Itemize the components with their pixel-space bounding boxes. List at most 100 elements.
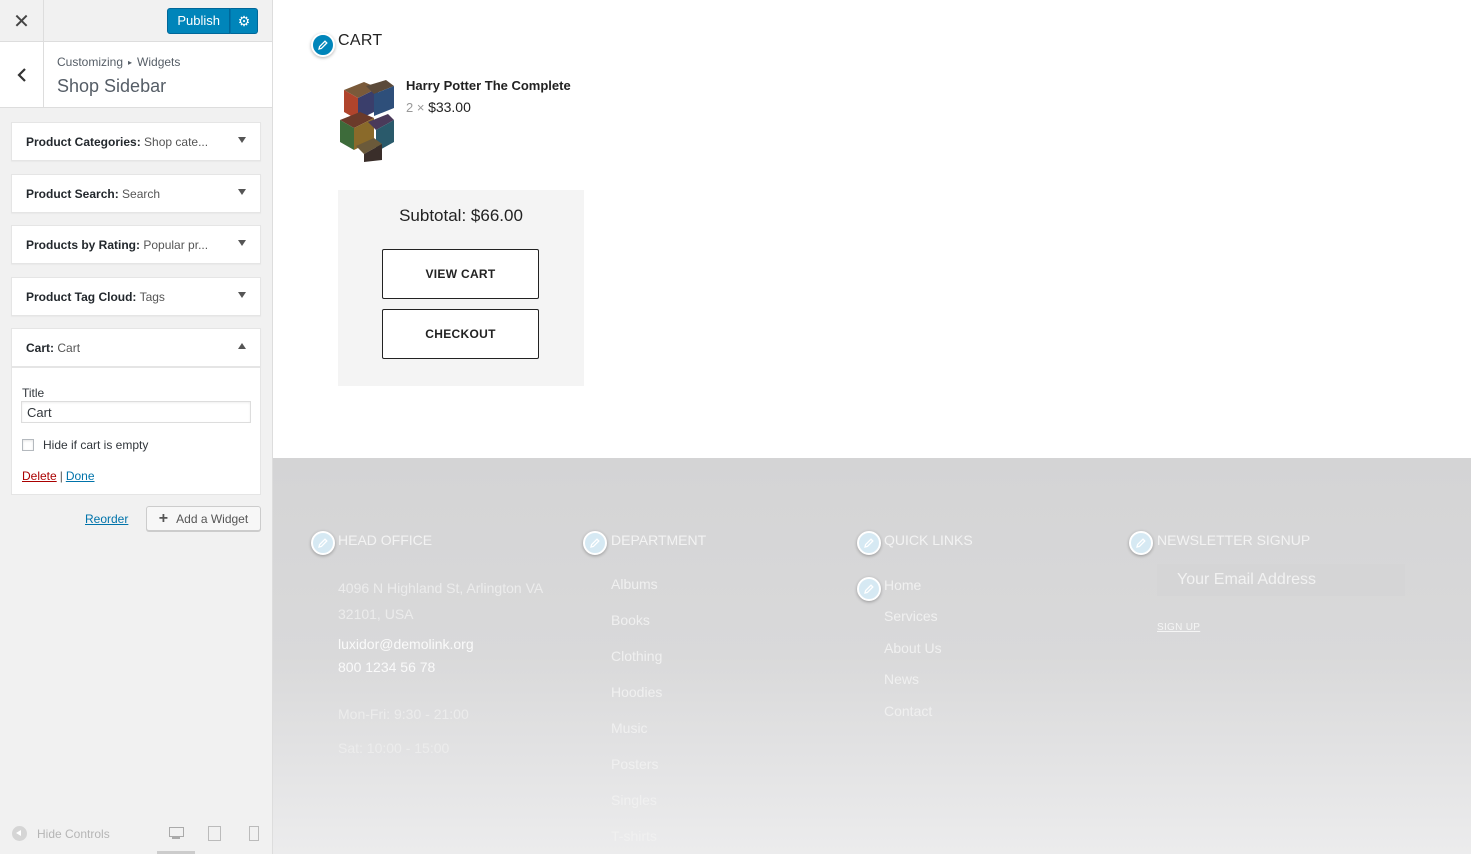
customizer-header: ✕ Publish ⚙ (0, 0, 272, 42)
widget-instance-title: Shop cate... (144, 135, 209, 149)
newsletter-heading: NEWSLETTER SIGNUP (1157, 532, 1311, 548)
publish-controls: Publish ⚙ (167, 8, 258, 34)
hide-empty-checkbox[interactable] (22, 439, 34, 451)
widget-product-search[interactable]: Product Search: Search (11, 174, 261, 213)
add-widget-label: Add a Widget (176, 511, 249, 526)
done-widget-link[interactable]: Done (66, 469, 95, 483)
contact-phone: 800 1234 56 78 (338, 659, 436, 675)
breadcrumb-separator-icon: ▸ (128, 58, 133, 67)
widget-product-tag-cloud[interactable]: Product Tag Cloud: Tags (11, 277, 261, 316)
hours-saturday: Sat: 10:00 - 15:00 (338, 740, 450, 756)
customizer-sidebar: ✕ Publish ⚙ Customizing ▸ Widgets Shop Sid… (0, 0, 273, 854)
edit-menu-pencil-icon[interactable] (857, 577, 881, 601)
widget-type: Cart: (26, 341, 55, 355)
publish-settings-button[interactable]: ⚙ (230, 8, 258, 34)
widget-title: Product Search: Search (26, 187, 160, 201)
customizer-footer: Hide Controls (0, 814, 272, 854)
department-link[interactable]: Music (611, 720, 648, 736)
section-header: Customizing ▸ Widgets Shop Sidebar (0, 42, 272, 108)
department-link[interactable]: Hoodies (611, 684, 662, 700)
desktop-preview-icon[interactable] (168, 826, 184, 840)
quick-link[interactable]: Home (884, 577, 921, 593)
edit-cart-widget-pencil-icon[interactable] (311, 33, 335, 57)
breadcrumb: Customizing ▸ Widgets (57, 55, 180, 69)
caret-down-icon[interactable] (238, 189, 246, 195)
gear-icon: ⚙ (237, 12, 251, 29)
caret-down-icon[interactable] (238, 137, 246, 143)
hide-controls-label: Hide Controls (37, 826, 110, 841)
contact-email[interactable]: luxidor@demolink.org (338, 636, 474, 652)
quick-link[interactable]: About Us (884, 640, 942, 656)
edit-department-pencil-icon[interactable] (583, 531, 607, 555)
cart-subtotal: Subtotal: $66.00 (399, 206, 523, 225)
title-field-label: Title (22, 386, 45, 400)
newsletter-signup-link[interactable]: SIGN UP (1157, 622, 1200, 633)
title-field[interactable] (21, 401, 251, 423)
mobile-preview-icon[interactable] (247, 826, 263, 841)
widget-instance-title: Tags (139, 290, 165, 304)
department-link[interactable]: Singles (611, 792, 657, 808)
edit-head-office-pencil-icon[interactable] (311, 531, 335, 555)
quick-link[interactable]: News (884, 671, 919, 687)
caret-down-icon[interactable] (238, 292, 246, 298)
department-heading: DEPARTMENT (611, 532, 707, 548)
add-widget-button[interactable]: + Add a Widget (146, 506, 261, 531)
widget-instance-title: Cart (57, 341, 81, 355)
product-name-link[interactable]: Harry Potter The Complete (406, 78, 571, 93)
widget-cart[interactable]: Cart: Cart (11, 328, 261, 367)
widget-products-by-rating[interactable]: Products by Rating: Popular pr... (11, 225, 261, 264)
quick-links-heading: QUICK LINKS (884, 532, 973, 548)
publish-button[interactable]: Publish (167, 8, 230, 34)
delete-widget-link[interactable]: Delete (22, 469, 57, 483)
department-link[interactable]: Albums (611, 576, 658, 592)
checkout-button[interactable]: CHECKOUT (382, 309, 539, 359)
view-cart-button[interactable]: VIEW CART (382, 249, 539, 299)
breadcrumb-current: Widgets (137, 55, 181, 69)
head-office-heading: HEAD OFFICE (338, 532, 433, 548)
product-thumbnail[interactable] (338, 76, 394, 162)
cart-heading: CART (338, 32, 383, 49)
department-link[interactable]: T-shirts (611, 828, 657, 844)
caret-down-icon[interactable] (238, 240, 246, 246)
chevron-left-icon (16, 67, 26, 82)
caret-up-icon[interactable] (238, 343, 246, 349)
site-preview: CART Harry Potter The Complete 2 × $33.0… (273, 0, 1471, 854)
widget-cart-form: Title Hide if cart is empty Delete|Done (11, 367, 261, 495)
back-button[interactable] (0, 42, 44, 107)
department-link[interactable]: Clothing (611, 648, 662, 664)
widget-type: Product Tag Cloud: (26, 290, 137, 304)
edit-quick-links-pencil-icon[interactable] (857, 531, 881, 555)
product-quantity-price: 2 × $33.00 (406, 99, 471, 115)
widget-title: Products by Rating: Popular pr... (26, 238, 208, 252)
cart-totals-box: Subtotal: $66.00 VIEW CART CHECKOUT (338, 190, 584, 386)
address-line-2: 32101, USA (338, 606, 414, 622)
breadcrumb-root: Customizing (57, 55, 124, 69)
widget-type: Product Categories: (26, 135, 141, 149)
hide-empty-option: Hide if cart is empty (22, 438, 148, 452)
department-link[interactable]: Posters (611, 756, 658, 772)
widget-type: Products by Rating: (26, 238, 141, 252)
actions-separator: | (59, 469, 63, 483)
reorder-link[interactable]: Reorder (85, 512, 128, 526)
product-unit-price: $33.00 (428, 99, 471, 115)
widget-title: Cart: Cart (26, 341, 80, 355)
site-footer: HEAD OFFICE 4096 N Highland St, Arlingto… (273, 458, 1471, 854)
product-quantity: 2 × (406, 100, 425, 115)
widget-product-categories[interactable]: Product Categories: Shop cate... (11, 122, 261, 161)
edit-newsletter-pencil-icon[interactable] (1129, 531, 1153, 555)
close-customizer-button[interactable]: ✕ (0, 0, 44, 42)
widget-actions: Delete | Done (22, 469, 95, 483)
tablet-preview-icon[interactable] (207, 826, 223, 841)
widget-title: Product Tag Cloud: Tags (26, 290, 165, 304)
widget-instance-title: Search (122, 187, 161, 201)
department-link[interactable]: Books (611, 612, 650, 628)
close-icon: ✕ (13, 10, 30, 33)
newsletter-email-input[interactable] (1157, 564, 1405, 596)
collapse-arrow-icon (12, 826, 27, 841)
quick-link[interactable]: Services (884, 608, 938, 624)
section-title: Shop Sidebar (57, 76, 167, 96)
plus-icon: + (158, 509, 169, 527)
hide-controls-button[interactable]: Hide Controls (12, 826, 110, 841)
hide-empty-label: Hide if cart is empty (43, 438, 149, 452)
quick-link[interactable]: Contact (884, 703, 932, 719)
